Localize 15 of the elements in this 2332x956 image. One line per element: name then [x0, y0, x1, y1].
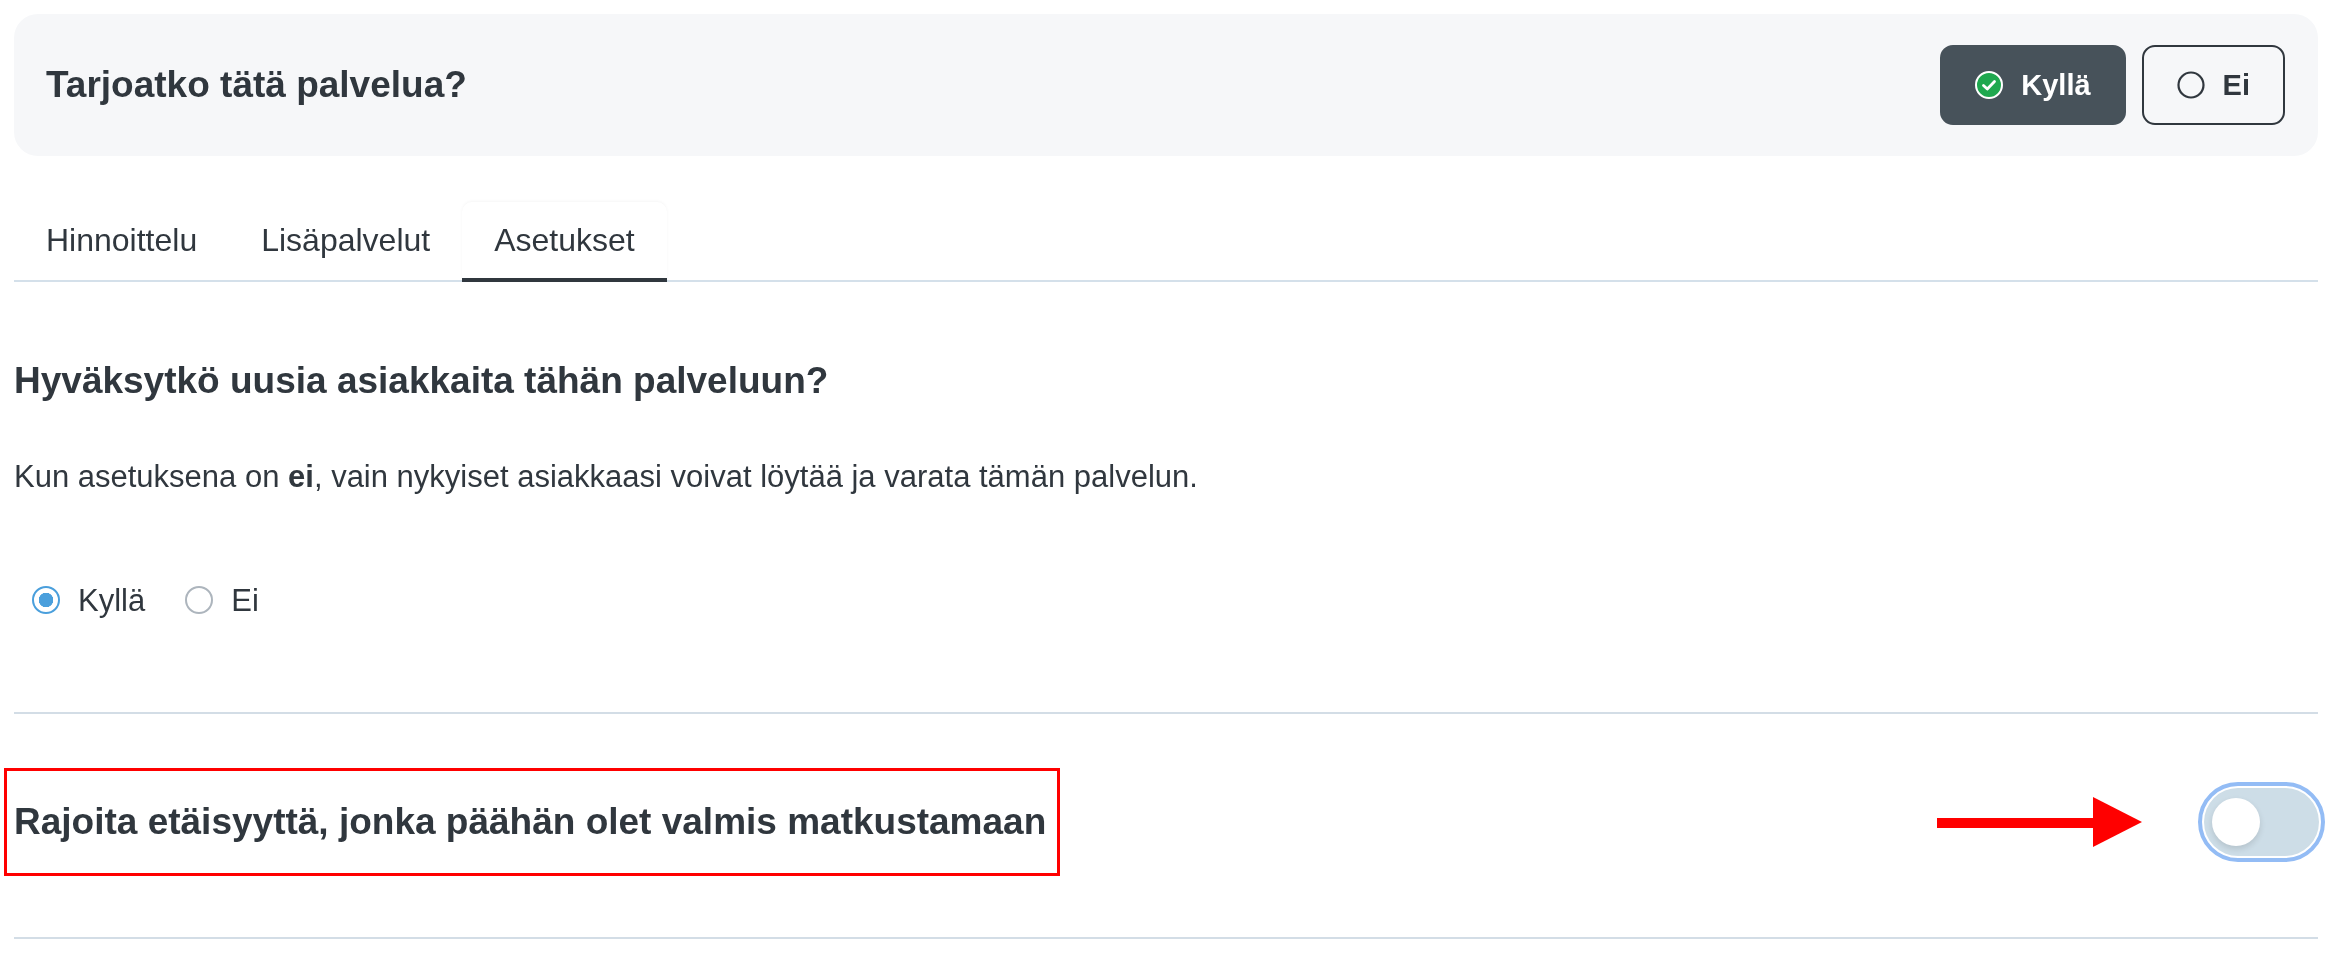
option-label[interactable]: Ei: [231, 581, 259, 619]
choice-button[interactable]: Kyllä: [1940, 45, 2126, 125]
panel-title: Tarjoatko tätä palvelua?: [46, 62, 467, 107]
choice-button[interactable]: Ei: [2141, 45, 2285, 125]
radio-button[interactable]: [32, 586, 60, 615]
check-circle-icon: [1975, 71, 2004, 99]
section-title: Rajoita etäisyyttä, jonka päähän olet valmis matkustamaan: [14, 799, 1047, 844]
option-label[interactable]: Kyllä: [78, 581, 146, 619]
tab[interactable]: Hinnoittelu: [14, 202, 230, 282]
radio-button[interactable]: [185, 586, 214, 615]
section-title: Hyväksytkö uusia asiakkaita tähän palveluun?: [14, 359, 830, 403]
tab[interactable]: Lisäpalvelut: [229, 202, 463, 282]
section-description: Kun asetuksena on ei, vain nykyiset asiakkaasi voivat löytää ja varata tämän palvelun.: [14, 458, 1199, 497]
empty-circle-icon: [2176, 71, 2205, 99]
tab[interactable]: Asetukset: [462, 202, 667, 282]
